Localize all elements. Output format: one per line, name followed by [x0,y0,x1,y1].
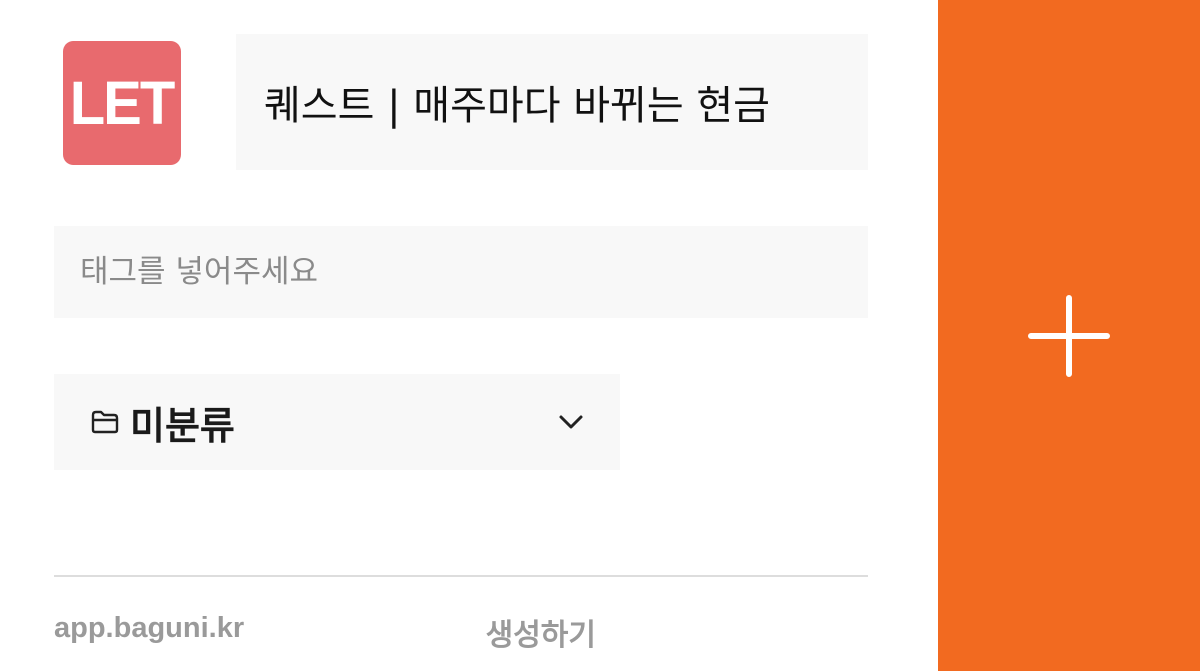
chevron-down-icon [556,407,586,437]
folder-select-value: 미분류 [130,403,235,448]
create-button[interactable]: 생성하기 [486,610,596,654]
bookmark-popup: LET 퀘스트 | 매주마다 바뀌는 현금 미분류 app.baguni.kr … [0,0,1200,671]
title-input[interactable]: 퀘스트 | 매주마다 바뀌는 현금 [236,34,868,170]
add-bookmark-button[interactable] [938,0,1200,671]
folder-icon [90,409,120,435]
footer-divider [54,575,868,577]
plus-icon [1028,294,1110,377]
tag-input[interactable] [54,226,868,318]
form-panel: LET 퀘스트 | 매주마다 바뀌는 현금 미분류 app.baguni.kr … [0,0,938,671]
app-url-label: app.baguni.kr [54,612,245,644]
favicon-logo: LET [62,40,181,165]
folder-select[interactable]: 미분류 [54,374,620,470]
site-favicon: LET [55,36,188,169]
